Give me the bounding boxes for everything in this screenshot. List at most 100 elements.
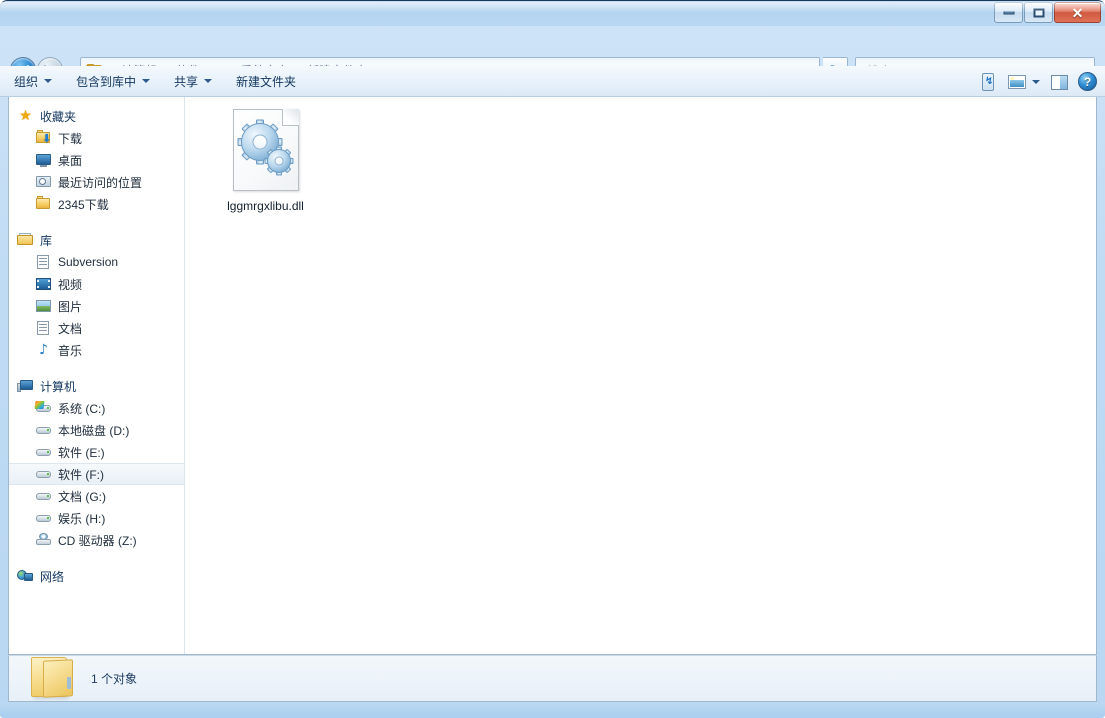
sidebar-group-label: 收藏夹 xyxy=(40,108,76,125)
sidebar-item-downloads[interactable]: ⬇ 下载 xyxy=(9,127,184,149)
sidebar-item-label: 视频 xyxy=(58,276,82,293)
sidebar-item-label: 最近访问的位置 xyxy=(58,174,142,191)
downloads-folder-icon: ⬇ xyxy=(35,130,52,146)
sidebar-item-desktop[interactable]: 桌面 xyxy=(9,149,184,171)
sidebar-group-label: 库 xyxy=(40,232,52,249)
sidebar-item-label: 下载 xyxy=(58,130,82,147)
sidebar-item-music[interactable]: ♪ 音乐 xyxy=(9,339,184,361)
sidebar-item-label: 文档 xyxy=(58,320,82,337)
chevron-down-icon xyxy=(204,79,212,83)
include-in-library-label: 包含到库中 xyxy=(76,73,136,90)
sidebar-group-label: 网络 xyxy=(40,568,64,585)
chevron-down-icon xyxy=(142,79,150,83)
sidebar-item-drive-h[interactable]: 娱乐 (H:) xyxy=(9,507,184,529)
sidebar-item-label: 桌面 xyxy=(58,152,82,169)
sidebar-item-videos[interactable]: 视频 xyxy=(9,273,184,295)
sidebar-item-2345-downloads[interactable]: 2345下载 xyxy=(9,193,184,215)
sidebar-item-drive-g[interactable]: 文档 (G:) xyxy=(9,485,184,507)
sidebar-item-label: 2345下载 xyxy=(58,196,109,213)
toolbar-right-icons: ↯ ? xyxy=(978,66,1097,97)
sidebar-item-label: 软件 (E:) xyxy=(58,444,105,461)
command-toolbar: 组织 包含到库中 共享 新建文件夹 ↯ ? xyxy=(0,66,1105,97)
layout-pane-icon[interactable] xyxy=(1049,72,1069,92)
status-bar: 1 个对象 xyxy=(8,655,1097,702)
sidebar-item-cd-drive-z[interactable]: CD 驱动器 (Z:) xyxy=(9,529,184,551)
explorer-body: ★ 收藏夹 ⬇ 下载 桌面 最近访问的位置 xyxy=(8,97,1097,655)
sidebar-item-pictures[interactable]: 图片 xyxy=(9,295,184,317)
sidebar-item-drive-d[interactable]: 本地磁盘 (D:) xyxy=(9,419,184,441)
sidebar-item-subversion[interactable]: Subversion xyxy=(9,251,184,273)
drive-icon xyxy=(35,510,52,526)
document-icon xyxy=(35,254,52,270)
music-note-icon: ♪ xyxy=(35,342,52,358)
computer-icon xyxy=(17,378,34,394)
close-button[interactable]: ✕ xyxy=(1054,2,1101,23)
star-icon: ★ xyxy=(17,108,34,124)
sidebar-item-drive-e[interactable]: 软件 (E:) xyxy=(9,441,184,463)
file-name-label: lggmrgxlibu.dll xyxy=(213,199,318,214)
sidebar-group-computer[interactable]: 计算机 xyxy=(9,375,184,397)
sidebar-item-label: 音乐 xyxy=(58,342,82,359)
organize-button[interactable]: 组织 xyxy=(4,69,62,94)
status-text: 1 个对象 xyxy=(91,670,137,687)
document-icon xyxy=(35,320,52,336)
sidebar-item-label: 软件 (F:) xyxy=(58,466,104,483)
window-controls: ✕ xyxy=(994,2,1101,23)
picture-icon xyxy=(35,298,52,314)
sidebar-item-label: 系统 (C:) xyxy=(58,400,105,417)
maximize-button[interactable] xyxy=(1024,2,1053,23)
close-icon: ✕ xyxy=(1072,6,1084,20)
preview-pane-icon[interactable] xyxy=(1007,72,1027,92)
sidebar-item-recent-places[interactable]: 最近访问的位置 xyxy=(9,171,184,193)
include-in-library-button[interactable]: 包含到库中 xyxy=(66,69,160,94)
sidebar-item-label: CD 驱动器 (Z:) xyxy=(58,532,137,549)
chevron-down-icon xyxy=(44,79,52,83)
address-bar-row: ◀ ▶ ▸ 计算机 ▸ 软件 (F:) ▸ 系统之家 ▸ 新建文件夹 (30) … xyxy=(0,26,1105,66)
organize-label: 组织 xyxy=(14,73,38,90)
preview-chevron-down-icon[interactable] xyxy=(1032,80,1040,84)
desktop-icon xyxy=(35,152,52,168)
help-glyph: ? xyxy=(1084,76,1091,88)
drive-icon xyxy=(35,444,52,460)
sidebar-group-network[interactable]: 网络 xyxy=(9,565,184,587)
sidebar-item-documents[interactable]: 文档 xyxy=(9,317,184,339)
sidebar-group-favorites[interactable]: ★ 收藏夹 xyxy=(9,105,184,127)
sidebar-item-label: Subversion xyxy=(58,255,118,269)
maximize-icon xyxy=(1033,8,1044,17)
explorer-window: ✕ ◀ ▶ ▸ 计算机 ▸ 软件 (F:) ▸ 系统之家 ▸ 新建文件夹 (30… xyxy=(0,0,1105,718)
sidebar-item-drive-c[interactable]: 系统 (C:) xyxy=(9,397,184,419)
new-folder-button[interactable]: 新建文件夹 xyxy=(226,69,306,94)
share-label: 共享 xyxy=(174,73,198,90)
sidebar-item-drive-f[interactable]: 软件 (F:) xyxy=(9,463,185,485)
new-folder-label: 新建文件夹 xyxy=(236,73,296,90)
help-icon[interactable]: ? xyxy=(1078,72,1097,91)
video-icon xyxy=(35,276,52,292)
library-icon xyxy=(17,232,34,248)
file-list-pane[interactable]: lggmrgxlibu.dll xyxy=(185,97,1096,654)
sidebar-item-label: 娱乐 (H:) xyxy=(58,510,105,527)
drive-icon xyxy=(35,466,52,482)
sidebar-group-label: 计算机 xyxy=(40,378,76,395)
minimize-icon xyxy=(1003,11,1014,14)
navigation-pane[interactable]: ★ 收藏夹 ⬇ 下载 桌面 最近访问的位置 xyxy=(9,97,185,654)
folder-icon xyxy=(35,196,52,212)
sidebar-spacer xyxy=(9,551,184,565)
sidebar-item-label: 文档 (G:) xyxy=(58,488,106,505)
list-item[interactable]: lggmrgxlibu.dll xyxy=(213,109,318,214)
minimize-button[interactable] xyxy=(994,2,1023,23)
drive-icon xyxy=(35,422,52,438)
cd-drive-icon xyxy=(35,532,52,548)
dll-file-icon xyxy=(233,109,299,191)
window-bottom-frame xyxy=(0,702,1105,718)
sidebar-group-library[interactable]: 库 xyxy=(9,229,184,251)
burn-glyph: ↯ xyxy=(985,77,992,86)
gear-icon xyxy=(267,149,291,173)
network-icon xyxy=(17,568,34,584)
sidebar-spacer xyxy=(9,361,184,375)
drive-icon xyxy=(35,488,52,504)
share-button[interactable]: 共享 xyxy=(164,69,222,94)
folder-icon xyxy=(23,649,81,703)
sidebar-item-label: 图片 xyxy=(58,298,82,315)
burn-icon[interactable]: ↯ xyxy=(978,72,998,92)
title-bar: ✕ xyxy=(0,0,1105,26)
